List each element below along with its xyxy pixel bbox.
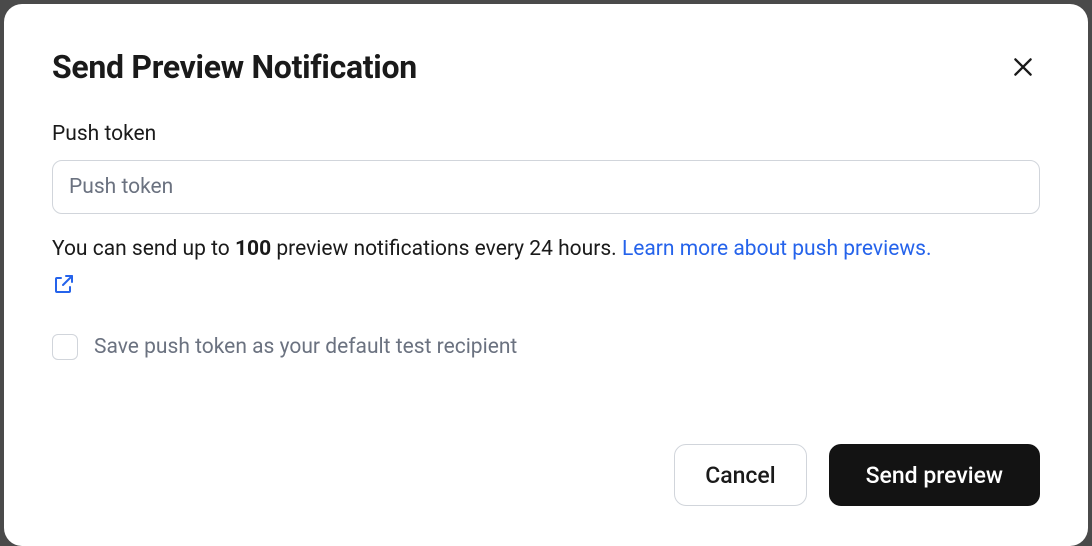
push-token-label: Push token bbox=[52, 122, 1040, 146]
help-text-suffix: preview notifications every 24 hours. bbox=[271, 237, 622, 261]
push-token-input[interactable] bbox=[52, 160, 1040, 214]
external-link-icon[interactable] bbox=[52, 272, 1040, 307]
help-text-prefix: You can send up to bbox=[52, 237, 235, 261]
save-default-row: Save push token as your default test rec… bbox=[52, 334, 1040, 360]
learn-more-link[interactable]: Learn more about push previews. bbox=[622, 237, 932, 261]
save-default-label: Save push token as your default test rec… bbox=[94, 335, 517, 359]
save-default-checkbox[interactable] bbox=[52, 334, 78, 360]
modal-header: Send Preview Notification bbox=[52, 48, 1040, 86]
close-button[interactable] bbox=[1006, 50, 1040, 84]
help-text-limit: 100 bbox=[235, 237, 271, 261]
push-token-field: Push token bbox=[52, 122, 1040, 214]
send-preview-button[interactable]: Send preview bbox=[829, 444, 1040, 506]
modal-title: Send Preview Notification bbox=[52, 48, 417, 86]
modal-footer: Cancel Send preview bbox=[52, 414, 1040, 506]
send-preview-modal: Send Preview Notification Push token You… bbox=[4, 4, 1088, 546]
cancel-button[interactable]: Cancel bbox=[674, 444, 806, 506]
close-icon bbox=[1010, 54, 1036, 80]
help-text: You can send up to 100 preview notificat… bbox=[52, 234, 1040, 306]
